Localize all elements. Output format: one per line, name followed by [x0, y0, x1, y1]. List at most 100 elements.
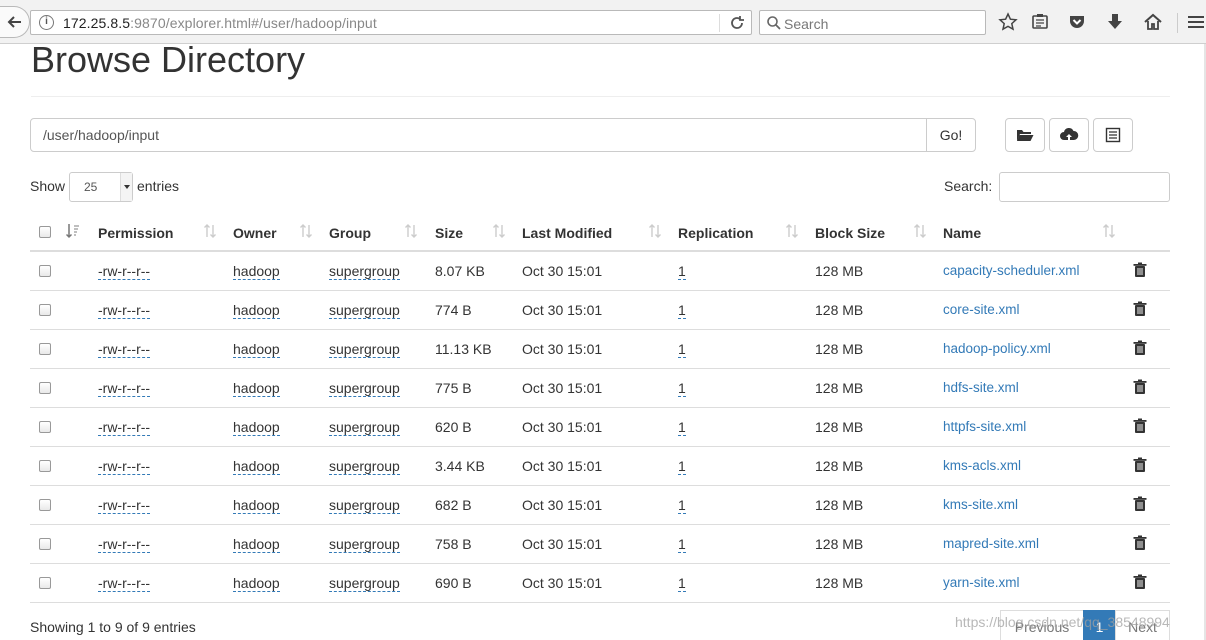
- permission-cell[interactable]: -rw-r--r--: [98, 263, 151, 280]
- file-name-link[interactable]: kms-acls.xml: [943, 458, 1021, 473]
- trash-icon[interactable]: [1133, 301, 1147, 317]
- row-checkbox[interactable]: [39, 421, 51, 433]
- pocket-icon[interactable]: [1067, 12, 1087, 32]
- header-permission[interactable]: Permission: [98, 225, 173, 241]
- replication-cell[interactable]: 1: [678, 302, 686, 319]
- permission-cell[interactable]: -rw-r--r--: [98, 302, 151, 319]
- sort-asc-icon[interactable]: [66, 223, 80, 239]
- sort-icon[interactable]: [299, 223, 313, 239]
- permission-cell[interactable]: -rw-r--r--: [98, 497, 151, 514]
- trash-icon[interactable]: [1133, 457, 1147, 473]
- trash-icon[interactable]: [1133, 340, 1147, 356]
- replication-cell[interactable]: 1: [678, 380, 686, 397]
- page-length-select[interactable]: 25: [69, 172, 133, 202]
- sort-icon[interactable]: [1102, 223, 1116, 239]
- replication-cell[interactable]: 1: [678, 497, 686, 514]
- row-checkbox[interactable]: [39, 382, 51, 394]
- table-search-input[interactable]: [999, 172, 1170, 202]
- replication-cell[interactable]: 1: [678, 419, 686, 436]
- download-icon[interactable]: [1105, 12, 1125, 32]
- trash-icon[interactable]: [1133, 418, 1147, 434]
- row-checkbox[interactable]: [39, 499, 51, 511]
- directory-path-input[interactable]: [30, 118, 927, 152]
- file-name-link[interactable]: kms-site.xml: [943, 497, 1018, 512]
- file-name-link[interactable]: capacity-scheduler.xml: [943, 263, 1080, 278]
- sort-icon[interactable]: [785, 223, 799, 239]
- group-cell[interactable]: supergroup: [329, 497, 400, 514]
- trash-icon[interactable]: [1133, 496, 1147, 512]
- group-cell[interactable]: supergroup: [329, 536, 400, 553]
- browser-search-bar[interactable]: Search: [759, 10, 986, 35]
- replication-cell[interactable]: 1: [678, 458, 686, 475]
- bookmark-star-icon[interactable]: [998, 12, 1018, 32]
- owner-cell[interactable]: hadoop: [233, 302, 280, 319]
- back-button[interactable]: [0, 6, 30, 38]
- info-icon[interactable]: i: [39, 15, 54, 30]
- replication-cell[interactable]: 1: [678, 341, 686, 358]
- menu-icon[interactable]: [1186, 12, 1206, 32]
- header-name[interactable]: Name: [943, 225, 981, 241]
- group-cell[interactable]: supergroup: [329, 458, 400, 475]
- reload-icon[interactable]: [727, 13, 747, 33]
- owner-cell[interactable]: hadoop: [233, 497, 280, 514]
- group-cell[interactable]: supergroup: [329, 302, 400, 319]
- group-cell[interactable]: supergroup: [329, 380, 400, 397]
- file-name-link[interactable]: hdfs-site.xml: [943, 380, 1019, 395]
- group-cell[interactable]: supergroup: [329, 341, 400, 358]
- group-cell[interactable]: supergroup: [329, 419, 400, 436]
- sort-icon[interactable]: [648, 223, 662, 239]
- permission-cell[interactable]: -rw-r--r--: [98, 419, 151, 436]
- go-button[interactable]: Go!: [926, 118, 976, 152]
- select-all-checkbox[interactable]: [39, 226, 51, 238]
- file-name-link[interactable]: mapred-site.xml: [943, 536, 1039, 551]
- permission-cell[interactable]: -rw-r--r--: [98, 458, 151, 475]
- row-checkbox[interactable]: [39, 304, 51, 316]
- url-text[interactable]: 172.25.8.5:9870/explorer.html#/user/hado…: [63, 15, 377, 31]
- permission-cell[interactable]: -rw-r--r--: [98, 536, 151, 553]
- reader-icon[interactable]: [1030, 12, 1050, 32]
- file-name-link[interactable]: hadoop-policy.xml: [943, 341, 1051, 356]
- header-block-size[interactable]: Block Size: [815, 225, 885, 241]
- owner-cell[interactable]: hadoop: [233, 380, 280, 397]
- trash-icon[interactable]: [1133, 535, 1147, 551]
- owner-cell[interactable]: hadoop: [233, 263, 280, 280]
- header-owner[interactable]: Owner: [233, 225, 277, 241]
- permission-cell[interactable]: -rw-r--r--: [98, 380, 151, 397]
- create-directory-button[interactable]: [1005, 118, 1045, 152]
- home-icon[interactable]: [1143, 12, 1163, 32]
- owner-cell[interactable]: hadoop: [233, 536, 280, 553]
- replication-cell[interactable]: 1: [678, 536, 686, 553]
- file-name-link[interactable]: yarn-site.xml: [943, 575, 1020, 590]
- replication-cell[interactable]: 1: [678, 575, 686, 592]
- header-size[interactable]: Size: [435, 225, 463, 241]
- replication-cell[interactable]: 1: [678, 263, 686, 280]
- sort-icon[interactable]: [203, 223, 217, 239]
- row-checkbox[interactable]: [39, 460, 51, 472]
- sort-icon[interactable]: [913, 223, 927, 239]
- row-checkbox[interactable]: [39, 343, 51, 355]
- row-checkbox[interactable]: [39, 265, 51, 277]
- row-checkbox[interactable]: [39, 538, 51, 550]
- file-name-link[interactable]: httpfs-site.xml: [943, 419, 1026, 434]
- row-checkbox[interactable]: [39, 577, 51, 589]
- header-replication[interactable]: Replication: [678, 225, 753, 241]
- owner-cell[interactable]: hadoop: [233, 419, 280, 436]
- owner-cell[interactable]: hadoop: [233, 575, 280, 592]
- upload-files-button[interactable]: [1049, 118, 1089, 152]
- trash-icon[interactable]: [1133, 262, 1147, 278]
- permission-cell[interactable]: -rw-r--r--: [98, 575, 151, 592]
- header-group[interactable]: Group: [329, 225, 371, 241]
- trash-icon[interactable]: [1133, 379, 1147, 395]
- owner-cell[interactable]: hadoop: [233, 458, 280, 475]
- sort-icon[interactable]: [492, 223, 506, 239]
- owner-cell[interactable]: hadoop: [233, 341, 280, 358]
- sort-icon[interactable]: [404, 223, 418, 239]
- group-cell[interactable]: supergroup: [329, 575, 400, 592]
- group-cell[interactable]: supergroup: [329, 263, 400, 280]
- permission-cell[interactable]: -rw-r--r--: [98, 341, 151, 358]
- header-last-modified[interactable]: Last Modified: [522, 225, 612, 241]
- trash-icon[interactable]: [1133, 574, 1147, 590]
- url-bar[interactable]: i 172.25.8.5:9870/explorer.html#/user/ha…: [30, 10, 752, 35]
- file-name-link[interactable]: core-site.xml: [943, 302, 1020, 317]
- cut-paste-button[interactable]: [1093, 118, 1133, 152]
